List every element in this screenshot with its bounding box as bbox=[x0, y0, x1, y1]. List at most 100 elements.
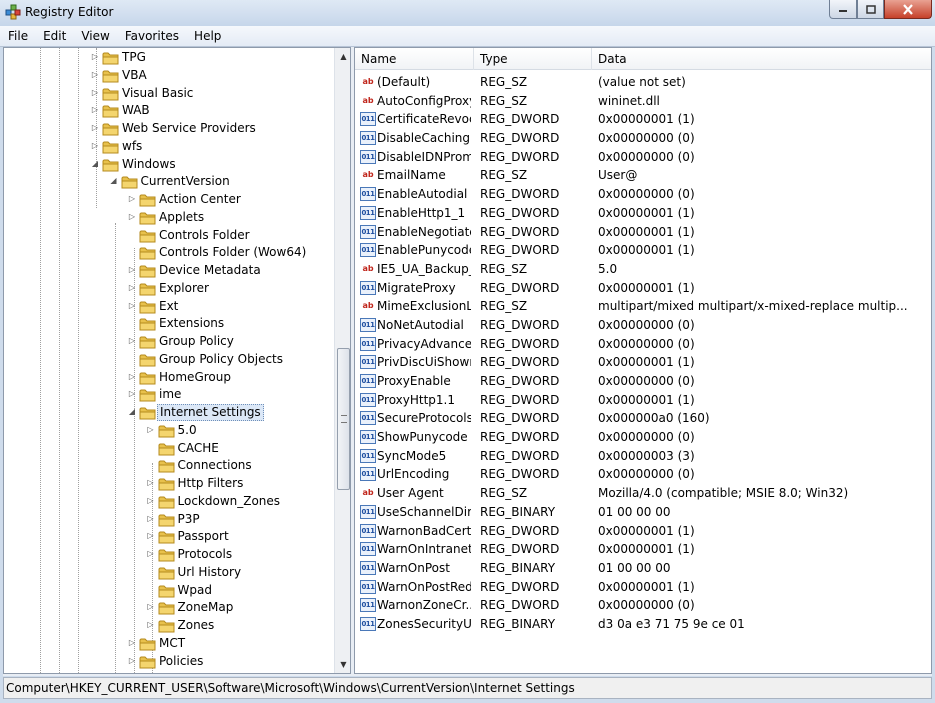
menu-edit[interactable]: Edit bbox=[35, 26, 73, 47]
table-row[interactable]: 011WarnonBadCert... REG_DWORD 0x00000001 (… bbox=[355, 522, 931, 541]
table-row[interactable]: 011 ShowPunycode REG_DWORD 0x00000000 (0) bbox=[355, 428, 931, 447]
tree-item[interactable]: ▷ ZoneMap bbox=[4, 599, 334, 617]
expand-arrow-icon[interactable]: ▷ bbox=[127, 389, 137, 399]
tree-item-label[interactable]: Group Policy bbox=[157, 334, 236, 349]
tree-item[interactable]: ▷ WAB bbox=[4, 102, 334, 120]
tree-item-label[interactable]: Visual Basic bbox=[120, 86, 195, 101]
menu-favorites[interactable]: Favorites bbox=[117, 26, 186, 47]
tree-vertical-scrollbar[interactable]: ▲ ▼ bbox=[334, 48, 350, 673]
expand-arrow-icon[interactable]: ▷ bbox=[127, 336, 137, 346]
tree-item-label[interactable]: wfs bbox=[120, 139, 144, 154]
tree-item[interactable]: CACHE bbox=[4, 440, 334, 458]
table-row[interactable]: ab EmailName REG_SZ User@ bbox=[355, 166, 931, 185]
expand-arrow-icon[interactable]: ▷ bbox=[127, 638, 137, 648]
tree-item-label[interactable]: Http Filters bbox=[176, 476, 246, 491]
tree-item[interactable]: Url History bbox=[4, 564, 334, 582]
table-row[interactable]: 011 PrivDiscUiShown REG_DWORD 0x00000001 (1… bbox=[355, 353, 931, 372]
tree-item[interactable]: ▷ Lockdown_Zones bbox=[4, 493, 334, 511]
tree-item[interactable]: ▷ Explorer bbox=[4, 280, 334, 298]
tree-item-label[interactable]: Action Center bbox=[157, 192, 243, 207]
menu-file[interactable]: File bbox=[0, 26, 35, 47]
scroll-thumb[interactable] bbox=[337, 348, 350, 490]
tree-item-label[interactable]: CACHE bbox=[176, 441, 221, 456]
expand-arrow-icon[interactable]: ▷ bbox=[90, 141, 100, 151]
expand-arrow-icon[interactable]: ▷ bbox=[146, 602, 156, 612]
tree-item[interactable]: ▷ Ext bbox=[4, 298, 334, 316]
tree-item[interactable]: Wpad bbox=[4, 582, 334, 600]
tree-item[interactable]: ◢ CurrentVersion bbox=[4, 173, 334, 191]
expand-arrow-icon[interactable]: ▷ bbox=[127, 656, 137, 666]
tree-item[interactable]: ▷ Policies bbox=[4, 653, 334, 671]
table-row[interactable]: 011 NoNetAutodial REG_DWORD 0x00000000 (0) bbox=[355, 316, 931, 335]
table-row[interactable]: 011 SecureProtocols REG_DWORD 0x000000a0 (1… bbox=[355, 409, 931, 428]
expand-arrow-icon[interactable]: ▷ bbox=[127, 212, 137, 222]
tree-item[interactable]: ▷ Http Filters bbox=[4, 475, 334, 493]
tree-item-label[interactable]: TPG bbox=[120, 50, 148, 65]
table-row[interactable]: 011CertificateRevoc... REG_DWORD 0x0000000… bbox=[355, 110, 931, 129]
table-row[interactable]: 011DisableCaching... REG_DWORD 0x00000000 … bbox=[355, 129, 931, 148]
scroll-down-icon[interactable]: ▼ bbox=[335, 656, 350, 673]
minimize-button[interactable] bbox=[829, 0, 857, 19]
table-row[interactable]: ab AutoConfigProxy REG_SZ wininet.dll bbox=[355, 92, 931, 111]
table-row[interactable]: abIE5_UA_Backup_... REG_SZ 5.0 bbox=[355, 260, 931, 279]
table-row[interactable]: 011 EnableHttp1_1 REG_DWORD 0x00000001 (1) bbox=[355, 204, 931, 223]
tree-item[interactable]: ▷ Group Policy bbox=[4, 333, 334, 351]
expand-arrow-icon[interactable]: ▷ bbox=[127, 372, 137, 382]
tree-item-label[interactable]: Controls Folder bbox=[157, 228, 252, 243]
tree-item[interactable]: ▷ Zones bbox=[4, 617, 334, 635]
tree-item[interactable]: ▷ 5.0 bbox=[4, 422, 334, 440]
tree-item-label[interactable]: Ext bbox=[157, 299, 180, 314]
tree-item-label[interactable]: HomeGroup bbox=[157, 370, 233, 385]
column-header-data[interactable]: Data bbox=[592, 48, 931, 70]
table-row[interactable]: 011 ProxyHttp1.1 REG_DWORD 0x00000001 (1) bbox=[355, 391, 931, 410]
expand-arrow-icon[interactable]: ▷ bbox=[146, 549, 156, 559]
table-row[interactable]: 011 WarnOnPost REG_BINARY 01 00 00 00 bbox=[355, 559, 931, 578]
column-header-type[interactable]: Type bbox=[474, 48, 592, 70]
table-row[interactable]: 011 EnableAutodial REG_DWORD 0x00000000 (0) bbox=[355, 185, 931, 204]
tree-item-label[interactable]: Windows bbox=[120, 157, 178, 172]
expand-arrow-icon[interactable]: ▷ bbox=[127, 194, 137, 204]
tree-item-label[interactable]: Wpad bbox=[176, 583, 214, 598]
table-row[interactable]: abMimeExclusionL... REG_SZ multipart/mixed… bbox=[355, 297, 931, 316]
table-row[interactable]: 011 EnablePunycode REG_DWORD 0x00000001 (1) bbox=[355, 241, 931, 260]
expand-arrow-icon[interactable]: ▷ bbox=[146, 531, 156, 541]
table-row[interactable]: ab User Agent REG_SZ Mozilla/4.0 (compatibl… bbox=[355, 484, 931, 503]
tree-item[interactable]: Extensions bbox=[4, 315, 334, 333]
tree-item-label[interactable]: MCT bbox=[157, 636, 187, 651]
table-row[interactable]: 011DisableIDNProm... REG_DWORD 0x00000000 … bbox=[355, 148, 931, 167]
tree-item-label[interactable]: Device Metadata bbox=[157, 263, 263, 278]
maximize-button[interactable] bbox=[857, 0, 884, 19]
tree-item[interactable]: Connections bbox=[4, 457, 334, 475]
table-row[interactable]: 011 EnableNegotiate REG_DWORD 0x00000001 (1… bbox=[355, 223, 931, 242]
tree-item[interactable]: ▷ Action Center bbox=[4, 191, 334, 209]
tree-item-label[interactable]: Group Policy Objects bbox=[157, 352, 285, 367]
expand-arrow-icon[interactable]: ▷ bbox=[90, 70, 100, 80]
scroll-up-icon[interactable]: ▲ bbox=[335, 48, 350, 65]
tree-item-label[interactable]: VBA bbox=[120, 68, 149, 83]
tree-item-label[interactable]: ZoneMap bbox=[176, 600, 236, 615]
tree-item[interactable]: ▷ TPG bbox=[4, 49, 334, 67]
expand-arrow-icon[interactable]: ▷ bbox=[146, 496, 156, 506]
tree-item-label[interactable]: Controls Folder (Wow64) bbox=[157, 245, 308, 260]
tree-item[interactable]: ▷ Protocols bbox=[4, 546, 334, 564]
table-row[interactable]: 011UseSchannelDir... REG_BINARY 01 00 00 0… bbox=[355, 503, 931, 522]
expand-arrow-icon[interactable]: ▷ bbox=[146, 514, 156, 524]
tree-item[interactable]: ▷ HomeGroup bbox=[4, 369, 334, 387]
tree-item-label[interactable]: ime bbox=[157, 387, 183, 402]
table-row[interactable]: 011 UrlEncoding REG_DWORD 0x00000000 (0) bbox=[355, 465, 931, 484]
expand-arrow-icon[interactable]: ▷ bbox=[90, 123, 100, 133]
tree-item-label[interactable]: WAB bbox=[120, 103, 152, 118]
collapse-arrow-icon[interactable]: ◢ bbox=[90, 159, 100, 169]
tree-item-label[interactable]: Lockdown_Zones bbox=[176, 494, 283, 509]
table-row[interactable]: 011 SyncMode5 REG_DWORD 0x00000003 (3) bbox=[355, 447, 931, 466]
expand-arrow-icon[interactable]: ▷ bbox=[90, 88, 100, 98]
tree-item[interactable]: ◢ Windows bbox=[4, 156, 334, 174]
tree-item-label[interactable]: Extensions bbox=[157, 316, 226, 331]
tree-item-label[interactable]: Policies bbox=[157, 654, 205, 669]
tree-item[interactable]: ▷ Device Metadata bbox=[4, 262, 334, 280]
tree-item-label[interactable]: CurrentVersion bbox=[139, 174, 232, 189]
tree-item-label[interactable]: Zones bbox=[176, 618, 217, 633]
table-row[interactable]: 011ZonesSecurityU... REG_BINARY d3 0a e3 7… bbox=[355, 615, 931, 634]
tree-item-label[interactable]: 5.0 bbox=[176, 423, 199, 438]
expand-arrow-icon[interactable]: ▷ bbox=[146, 478, 156, 488]
